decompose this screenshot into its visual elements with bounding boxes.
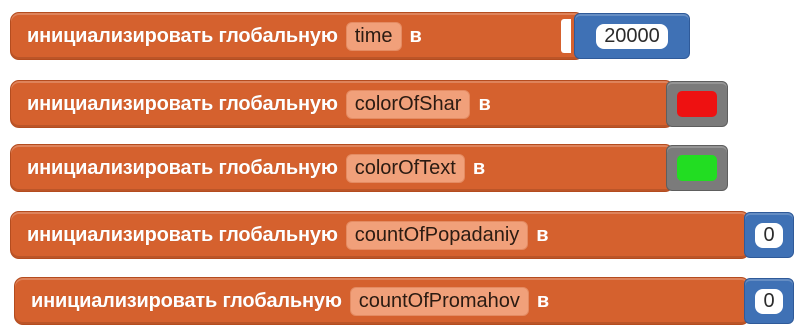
init-global-label: инициализировать глобальную — [27, 156, 338, 179]
in-keyword: в — [478, 92, 491, 115]
color-block-red[interactable] — [666, 81, 728, 127]
in-keyword: в — [536, 289, 550, 312]
number-value-field[interactable]: 0 — [755, 222, 783, 248]
color-block-green[interactable] — [666, 145, 728, 191]
number-block[interactable]: 0 — [744, 278, 794, 324]
init-global-block-coloroftext[interactable]: инициализировать глобальную colorOfText … — [10, 144, 674, 192]
number-block[interactable]: 0 — [744, 212, 794, 258]
variable-name-field[interactable]: countOfPopadaniy — [345, 220, 529, 250]
init-global-block-colorofshar[interactable]: инициализировать глобальную colorOfShar … — [10, 80, 674, 128]
number-value-field[interactable]: 20000 — [596, 23, 668, 49]
init-global-label: инициализировать глобальную — [27, 24, 338, 47]
color-swatch-green[interactable] — [677, 155, 717, 181]
init-global-label: инициализировать глобальную — [31, 289, 342, 312]
value-socket — [561, 19, 571, 53]
blocks-workspace[interactable]: инициализировать глобальную time в 20000… — [0, 0, 799, 329]
in-keyword: в — [536, 223, 549, 246]
in-keyword: в — [409, 24, 422, 47]
init-global-block-countofpopadaniy[interactable]: инициализировать глобальную countOfPopad… — [10, 211, 750, 259]
init-global-label: инициализировать глобальную — [27, 223, 338, 246]
variable-name-field[interactable]: countOfPromahov — [349, 286, 529, 316]
number-value-field[interactable]: 0 — [755, 288, 783, 314]
in-keyword: в — [472, 156, 486, 179]
init-global-label: инициализировать глобальную — [27, 92, 338, 115]
color-swatch-red[interactable] — [677, 91, 717, 117]
init-global-block-time[interactable]: инициализировать глобальную time в — [10, 12, 584, 60]
variable-name-field[interactable]: colorOfShar — [345, 89, 471, 119]
number-block[interactable]: 20000 — [574, 13, 690, 59]
variable-name-field[interactable]: time — [345, 21, 402, 51]
variable-name-field[interactable]: colorOfText — [345, 153, 465, 183]
init-global-block-countofpromahov[interactable]: инициализировать глобальную countOfProma… — [14, 277, 750, 325]
